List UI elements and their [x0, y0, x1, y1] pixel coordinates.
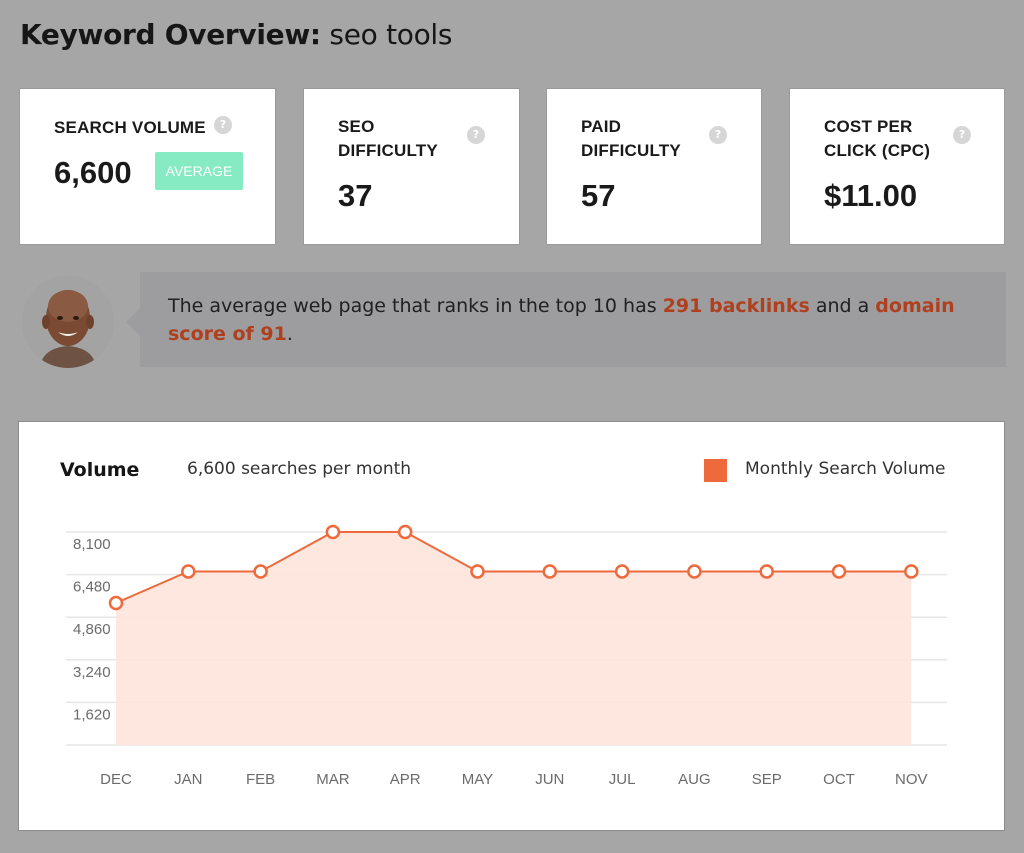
data-point[interactable] — [181, 564, 196, 579]
data-point[interactable] — [470, 564, 485, 579]
data-point[interactable] — [759, 564, 774, 579]
data-point[interactable] — [687, 564, 702, 579]
data-point[interactable] — [397, 524, 413, 540]
x-tick-label: MAY — [462, 771, 493, 788]
data-point[interactable] — [108, 595, 124, 611]
paid-difficulty-card: PAID DIFFICULTY ? 57 — [546, 88, 762, 245]
help-icon[interactable]: ? — [709, 126, 727, 144]
x-tick-label: OCT — [823, 771, 855, 788]
avatar — [22, 276, 114, 368]
cpc-card: COST PER CLICK (CPC) ? $11.00 — [789, 88, 1005, 245]
data-point[interactable] — [253, 564, 268, 579]
x-tick-label: APR — [390, 771, 421, 788]
data-point[interactable] — [542, 564, 558, 579]
y-tick-label: 8,100 — [73, 536, 111, 553]
volume-chart: 1,620 3,240 4,860 6,480 8,100 DEC JAN FEB MAR APR… — [66, 524, 947, 788]
tip-text: The average web page that ranks in the t… — [168, 295, 955, 345]
data-point[interactable] — [904, 564, 919, 579]
x-tick-label: JAN — [174, 771, 202, 788]
paid-difficulty-value: 57 — [581, 178, 616, 213]
seo-difficulty-card: SEO DIFFICULTY ? 37 — [303, 88, 520, 245]
x-tick-label: SEP — [752, 771, 782, 788]
x-tick-label: JUN — [535, 771, 564, 788]
data-point[interactable] — [614, 564, 630, 579]
page-title: Keyword Overview: seo tools — [20, 18, 452, 51]
y-tick-label: 3,240 — [73, 664, 111, 681]
help-icon[interactable]: ? — [953, 126, 971, 144]
cpc-label: COST PER CLICK (CPC) — [824, 117, 931, 160]
cpc-value: $11.00 — [824, 178, 918, 213]
avatar-portrait-icon — [22, 276, 114, 368]
tip-arrow — [126, 308, 140, 336]
x-tick-label: FEB — [246, 771, 275, 788]
x-tick-label: DEC — [100, 771, 132, 788]
title-label: Keyword Overview: — [20, 18, 321, 51]
tip-banner: The average web page that ranks in the t… — [18, 272, 1006, 368]
y-tick-label: 1,620 — [73, 706, 111, 723]
x-tick-label: NOV — [895, 771, 928, 788]
x-tick-label: AUG — [678, 771, 711, 788]
help-icon[interactable]: ? — [214, 116, 232, 134]
seo-difficulty-label: SEO DIFFICULTY — [338, 117, 438, 160]
search-volume-value: 6,600 — [54, 155, 132, 190]
y-tick-label: 4,860 — [73, 621, 111, 638]
search-volume-label: SEARCH VOLUME — [54, 118, 206, 137]
x-tick-label: MAR — [316, 771, 350, 788]
x-tick-label: JUL — [609, 771, 636, 788]
volume-chart-card: Volume 6,600 searches per month Monthly … — [18, 421, 1005, 831]
search-volume-card: SEARCH VOLUME ? 6,600 AVERAGE — [19, 88, 276, 245]
data-point[interactable] — [831, 564, 847, 579]
data-point[interactable] — [325, 524, 341, 540]
paid-difficulty-label: PAID DIFFICULTY — [581, 117, 681, 160]
y-tick-label: 6,480 — [73, 579, 111, 596]
help-icon[interactable]: ? — [467, 126, 485, 144]
title-keyword: seo tools — [329, 18, 453, 51]
backlinks-highlight: 291 backlinks — [662, 295, 810, 317]
seo-difficulty-value: 37 — [338, 178, 373, 213]
area-fill — [116, 532, 912, 745]
average-badge: AVERAGE — [155, 152, 243, 190]
